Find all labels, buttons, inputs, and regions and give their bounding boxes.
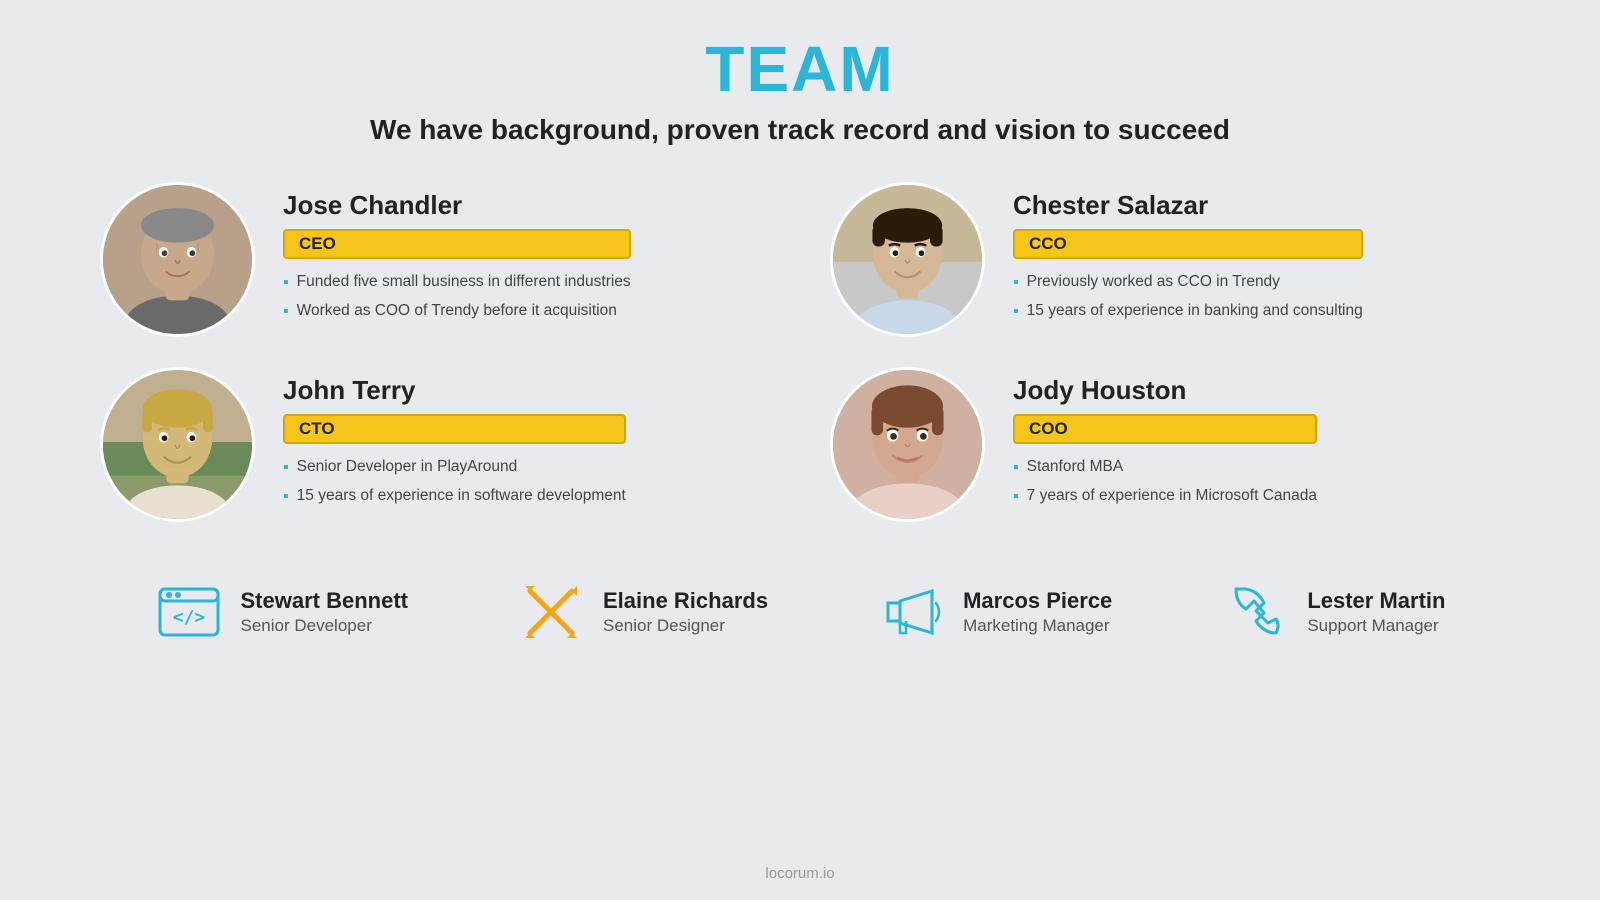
avatar-jody <box>830 367 985 522</box>
bottom-name-lester: Lester Martin <box>1307 588 1445 614</box>
bullet-jose-1: Worked as COO of Trendy before it acquis… <box>283 300 631 323</box>
team-card-john: John Terry CTO Senior Developer in PlayA… <box>100 367 770 522</box>
bullets-jody: Stanford MBA 7 years of experience in Mi… <box>1013 456 1317 515</box>
bottom-info-elaine: Elaine Richards Senior Designer <box>603 588 768 636</box>
info-john: John Terry CTO Senior Developer in PlayA… <box>283 367 626 515</box>
bottom-name-elaine: Elaine Richards <box>603 588 768 614</box>
bullet-chester-1: 15 years of experience in banking and co… <box>1013 300 1363 323</box>
bottom-role-stewart: Senior Developer <box>241 616 408 636</box>
code-icon: </> <box>155 578 223 646</box>
support-icon <box>1221 578 1289 646</box>
design-icon <box>517 578 585 646</box>
marketing-icon <box>877 578 945 646</box>
name-chester: Chester Salazar <box>1013 190 1363 221</box>
svg-text:</>: </> <box>172 607 205 628</box>
bottom-info-stewart: Stewart Bennett Senior Developer <box>241 588 408 636</box>
team-card-jose: Jose Chandler CEO Funded five small busi… <box>100 182 770 337</box>
name-john: John Terry <box>283 375 626 406</box>
bottom-name-marcos: Marcos Pierce <box>963 588 1112 614</box>
avatar-john <box>100 367 255 522</box>
info-jose: Jose Chandler CEO Funded five small busi… <box>283 182 631 330</box>
bottom-card-marcos: Marcos Pierce Marketing Manager <box>877 578 1112 646</box>
footer-text: locorum.io <box>765 865 834 882</box>
bottom-card-lester: Lester Martin Support Manager <box>1221 578 1445 646</box>
info-jody: Jody Houston COO Stanford MBA 7 years of… <box>1013 367 1317 515</box>
avatar-chester <box>830 182 985 337</box>
info-chester: Chester Salazar CCO Previously worked as… <box>1013 182 1363 330</box>
bottom-info-lester: Lester Martin Support Manager <box>1307 588 1445 636</box>
bottom-card-stewart: </> Stewart Bennett Senior Developer <box>155 578 408 646</box>
bullet-john-0: Senior Developer in PlayAround <box>283 456 626 479</box>
bullet-jody-0: Stanford MBA <box>1013 456 1317 479</box>
bottom-name-stewart: Stewart Bennett <box>241 588 408 614</box>
bottom-info-marcos: Marcos Pierce Marketing Manager <box>963 588 1112 636</box>
bullets-john: Senior Developer in PlayAround 15 years … <box>283 456 626 515</box>
bullets-chester: Previously worked as CCO in Trendy 15 ye… <box>1013 271 1363 330</box>
bullet-jose-0: Funded five small business in different … <box>283 271 631 294</box>
team-card-chester: Chester Salazar CCO Previously worked as… <box>830 182 1500 337</box>
avatar-jose <box>100 182 255 337</box>
bullet-jody-1: 7 years of experience in Microsoft Canad… <box>1013 485 1317 508</box>
bullets-jose: Funded five small business in different … <box>283 271 631 330</box>
bullet-chester-0: Previously worked as CCO in Trendy <box>1013 271 1363 294</box>
role-jody: COO <box>1013 414 1317 444</box>
senior-team-grid: Jose Chandler CEO Funded five small busi… <box>100 182 1500 522</box>
role-chester: CCO <box>1013 229 1363 259</box>
role-jose: CEO <box>283 229 631 259</box>
bottom-role-marcos: Marketing Manager <box>963 616 1112 636</box>
name-jody: Jody Houston <box>1013 375 1317 406</box>
junior-team-row: </> Stewart Bennett Senior Developer Ela… <box>100 560 1500 656</box>
name-jose: Jose Chandler <box>283 190 631 221</box>
page-subtitle: We have background, proven track record … <box>370 114 1230 146</box>
page-title: TEAM <box>705 32 894 106</box>
team-card-jody: Jody Houston COO Stanford MBA 7 years of… <box>830 367 1500 522</box>
bottom-role-lester: Support Manager <box>1307 616 1445 636</box>
bottom-role-elaine: Senior Designer <box>603 616 768 636</box>
bottom-card-elaine: Elaine Richards Senior Designer <box>517 578 768 646</box>
role-john: CTO <box>283 414 626 444</box>
footer: locorum.io <box>765 865 834 900</box>
bullet-john-1: 15 years of experience in software devel… <box>283 485 626 508</box>
